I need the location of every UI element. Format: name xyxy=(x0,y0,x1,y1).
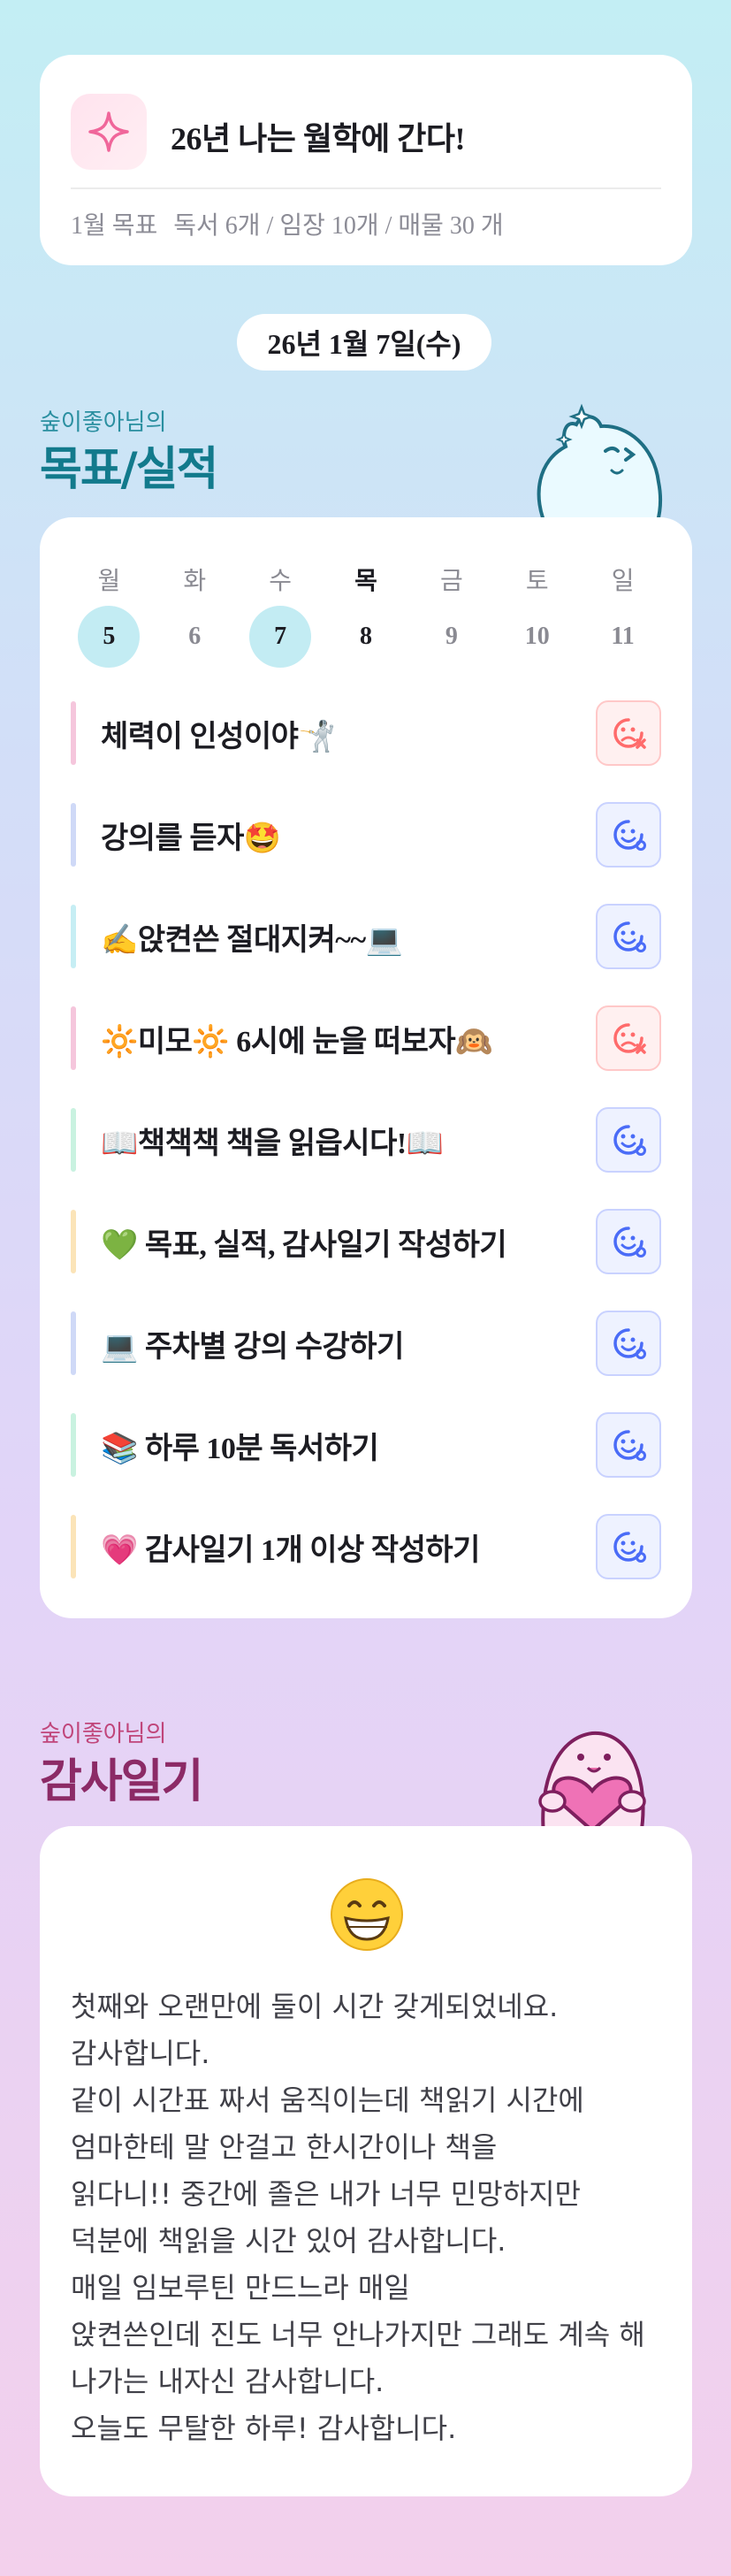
weekday-label: 일 xyxy=(611,566,635,595)
task-label: 강의를 듣자🤩 xyxy=(101,822,281,855)
weekday-label: 금 xyxy=(439,566,463,595)
task-done-icon[interactable] xyxy=(596,1107,661,1173)
task-item[interactable]: 💻 주차별 강의 수강하기 xyxy=(71,1309,661,1378)
goals-section-title: 목표/실적 xyxy=(40,443,218,496)
task-item[interactable]: 체력이 인성이야🤺 xyxy=(71,699,661,768)
date-cell[interactable]: 7 xyxy=(238,606,324,668)
task-color-bar xyxy=(71,1108,76,1172)
task-item[interactable]: 💗 감사일기 1개 이상 작성하기 xyxy=(71,1512,661,1581)
diary-section-title: 감사일기 xyxy=(40,1755,203,1808)
date-number: 7 xyxy=(249,606,312,668)
date-number: 8 xyxy=(360,623,372,650)
week-dates: 5 6 7 8 9 10 11 xyxy=(66,606,666,668)
date-number: 5 xyxy=(78,606,141,668)
goal-detail: 독서 6개 / 임장 10개 / 매물 30 개 xyxy=(173,212,504,240)
date-number: 6 xyxy=(188,623,202,650)
task-color-bar xyxy=(71,1311,76,1375)
task-done-icon[interactable] xyxy=(596,1311,661,1376)
goals-card: 월 화 수 목 금 토 일 5 6 7 8 9 10 11 체력이 인성이야🤺 강의를 듣자🤩 ✍️앉켠쓴 … xyxy=(40,517,692,1618)
date-cell[interactable]: 8 xyxy=(324,606,409,668)
diary-text: 첫째와 오랜만에 둘이 시간 갖게되었네요. 감사합니다. 같이 시간표 짜서 … xyxy=(71,1990,645,2445)
task-failed-icon[interactable] xyxy=(596,1005,661,1071)
date-number: 11 xyxy=(611,623,635,650)
task-label: 📖책책책 책을 읽읍시다!📖 xyxy=(101,1127,444,1160)
weekday-header: 월화수목금토일 xyxy=(66,562,666,597)
task-label: 🔆미모🔆 6시에 눈을 떠보자🙉 xyxy=(101,1025,493,1059)
goal-title: 26년 나는 월학에 간다! xyxy=(171,121,465,157)
goal-summary: 1월 목표 독서 6개 / 임장 10개 / 매물 30 개 xyxy=(71,206,504,241)
task-label: 💻 주차별 강의 수강하기 xyxy=(101,1330,404,1364)
task-color-bar xyxy=(71,803,76,867)
task-color-bar xyxy=(71,1515,76,1578)
task-color-bar xyxy=(71,1413,76,1477)
date-number: 10 xyxy=(524,623,550,650)
task-label: 💗 감사일기 1개 이상 작성하기 xyxy=(101,1533,480,1567)
task-color-bar xyxy=(71,701,76,765)
date-cell[interactable]: 10 xyxy=(494,606,580,668)
task-done-icon[interactable] xyxy=(596,1412,661,1478)
task-color-bar xyxy=(71,1006,76,1070)
goal-month-label: 1월 목표 xyxy=(71,212,158,240)
divider xyxy=(71,187,661,189)
date-number: 9 xyxy=(445,623,458,650)
task-done-icon[interactable] xyxy=(596,1209,661,1274)
task-failed-icon[interactable] xyxy=(596,700,661,766)
sparkle-icon xyxy=(71,94,147,170)
task-item[interactable]: ✍️앉켠쓴 절대지켜~~💻 xyxy=(71,902,661,971)
task-item[interactable]: 💚 목표, 실적, 감사일기 작성하기 xyxy=(71,1207,661,1276)
weekday-label: 화 xyxy=(183,566,207,595)
task-done-icon[interactable] xyxy=(596,1514,661,1579)
heart-mascot-icon xyxy=(508,1702,667,1837)
task-item[interactable]: 📚 하루 10분 독서하기 xyxy=(71,1410,661,1479)
current-date: 26년 1월 7일(수) xyxy=(237,314,491,371)
date-cell[interactable]: 11 xyxy=(580,606,666,668)
weekday-label: 토 xyxy=(525,566,549,595)
grinning-face-icon xyxy=(330,1877,404,1952)
monthly-goal-card[interactable]: 26년 나는 월학에 간다! 1월 목표 독서 6개 / 임장 10개 / 매물 … xyxy=(40,55,692,265)
task-done-icon[interactable] xyxy=(596,802,661,868)
date-cell[interactable]: 9 xyxy=(408,606,494,668)
task-item[interactable]: 🔆미모🔆 6시에 눈을 떠보자🙉 xyxy=(71,1004,661,1073)
weekday-label: 목 xyxy=(354,566,377,595)
weekday-label: 수 xyxy=(269,566,293,595)
date-cell[interactable]: 5 xyxy=(66,606,152,668)
task-label: 💚 목표, 실적, 감사일기 작성하기 xyxy=(101,1228,507,1262)
task-label: ✍️앉켠쓴 절대지켜~~💻 xyxy=(101,923,403,957)
task-color-bar xyxy=(71,1210,76,1273)
weekday-label: 월 xyxy=(97,566,121,595)
task-color-bar xyxy=(71,905,76,968)
gratitude-diary-card: 첫째와 오랜만에 둘이 시간 갖게되었네요. 감사합니다. 같이 시간표 짜서 … xyxy=(40,1826,692,2496)
task-label: 📚 하루 10분 독서하기 xyxy=(101,1432,379,1465)
task-done-icon[interactable] xyxy=(596,904,661,969)
task-item[interactable]: 📖책책책 책을 읽읍시다!📖 xyxy=(71,1105,661,1174)
date-cell[interactable]: 6 xyxy=(152,606,238,668)
task-item[interactable]: 강의를 듣자🤩 xyxy=(71,800,661,869)
task-label: 체력이 인성이야🤺 xyxy=(101,720,336,753)
ghost-mascot-icon xyxy=(513,398,672,532)
